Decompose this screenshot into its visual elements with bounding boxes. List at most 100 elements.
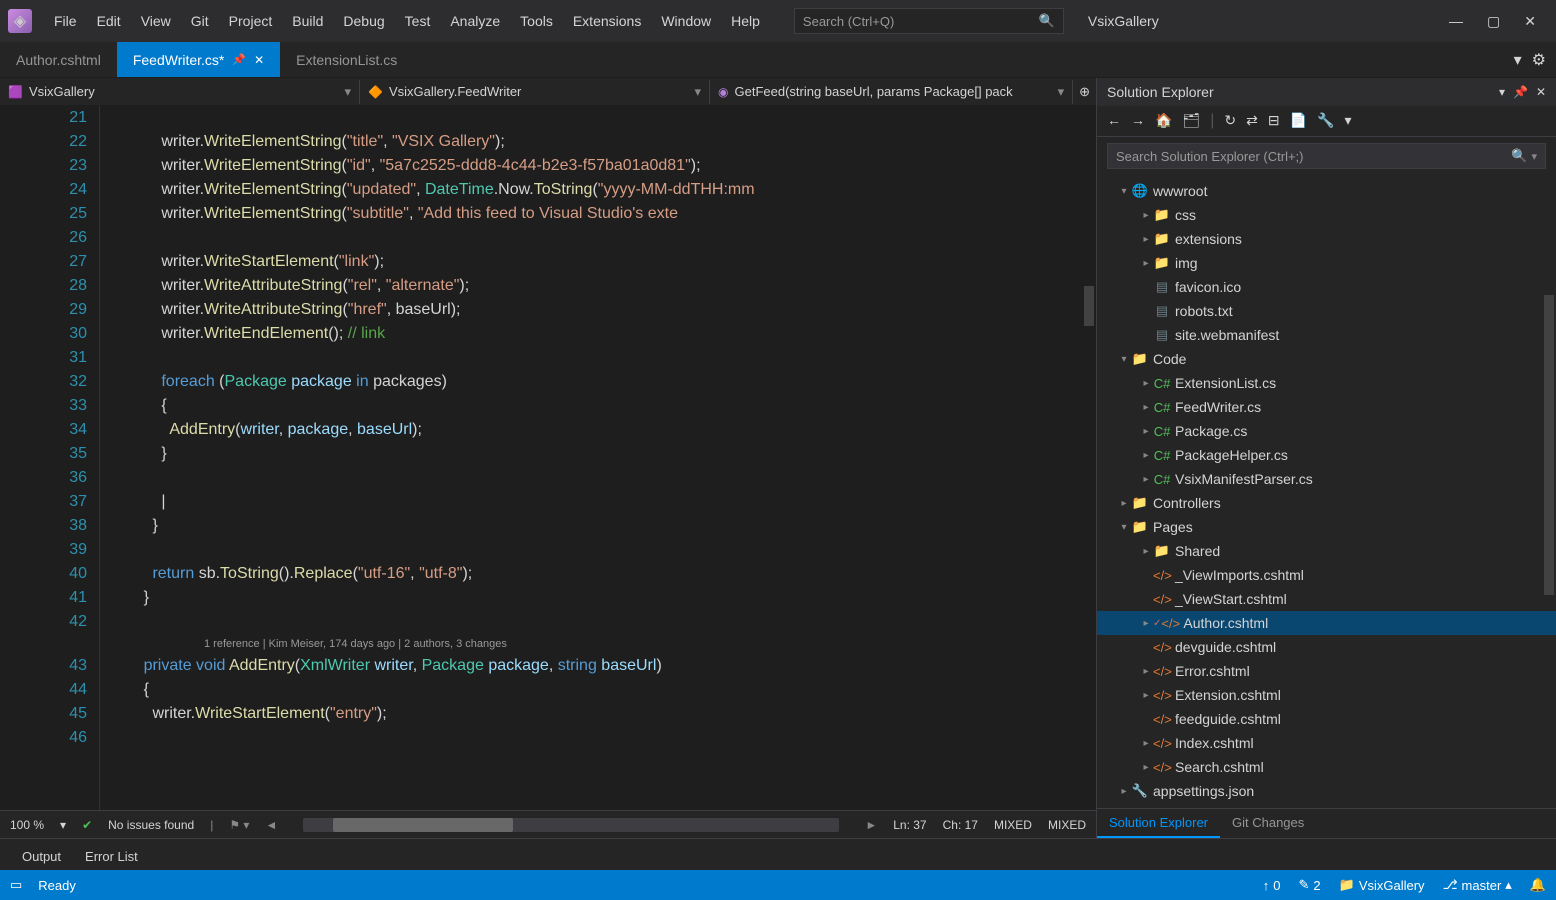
code-line[interactable]	[108, 346, 1096, 370]
pin-icon[interactable]: 📌	[232, 53, 246, 66]
maximize-button[interactable]: ▢	[1487, 13, 1500, 30]
code-line[interactable]: }	[108, 442, 1096, 466]
code-line[interactable]	[108, 538, 1096, 562]
tree-item-code[interactable]: ▾📁Code	[1097, 347, 1556, 371]
scrollbar-thumb[interactable]	[1544, 295, 1554, 595]
code-content[interactable]: writer.WriteElementString("title", "VSIX…	[100, 106, 1096, 810]
expand-arrow-icon[interactable]: ▸	[1139, 474, 1153, 485]
tree-item-shared[interactable]: ▸📁Shared	[1097, 539, 1556, 563]
tree-item-error-cshtml[interactable]: ▸</>Error.cshtml	[1097, 659, 1556, 683]
menu-window[interactable]: Window	[651, 7, 721, 35]
close-icon[interactable]: ✕	[254, 53, 264, 67]
vertical-scrollbar[interactable]	[1082, 106, 1096, 810]
menu-help[interactable]: Help	[721, 7, 770, 35]
menu-extensions[interactable]: Extensions	[563, 7, 651, 35]
expand-arrow-icon[interactable]: ▸	[1139, 258, 1153, 269]
expand-arrow-icon[interactable]: ▾	[1117, 522, 1131, 533]
breadcrumb-class[interactable]: 🔶 VsixGallery.FeedWriter ▾	[360, 80, 710, 104]
code-line[interactable]	[108, 726, 1096, 750]
code-line[interactable]: writer.WriteElementString("subtitle", "A…	[108, 202, 1096, 226]
code-line[interactable]	[108, 610, 1096, 634]
menu-debug[interactable]: Debug	[333, 7, 394, 35]
tree-item-search-cshtml[interactable]: ▸</>Search.cshtml	[1097, 755, 1556, 779]
status-branch[interactable]: ⎇ master ▴	[1443, 877, 1512, 893]
tree-item-controllers[interactable]: ▸📁Controllers	[1097, 491, 1556, 515]
expand-arrow-icon[interactable]: ▸	[1139, 666, 1153, 677]
code-line[interactable]: writer.WriteStartElement("link");	[108, 250, 1096, 274]
tree-item-index-cshtml[interactable]: ▸</>Index.cshtml	[1097, 731, 1556, 755]
back-icon[interactable]: ←	[1107, 112, 1121, 130]
tree-item-css[interactable]: ▸📁css	[1097, 203, 1556, 227]
expand-arrow-icon[interactable]: ▾	[1117, 354, 1131, 365]
code-line[interactable]: return sb.ToString().Replace("utf-16", "…	[108, 562, 1096, 586]
scrollbar-thumb[interactable]	[1084, 286, 1094, 326]
panel-tab-solution-explorer[interactable]: Solution Explorer	[1097, 809, 1220, 838]
tree-item--viewimports-cshtml[interactable]: </>_ViewImports.cshtml	[1097, 563, 1556, 587]
expand-arrow-icon[interactable]: ▸	[1117, 786, 1131, 797]
expand-arrow-icon[interactable]: ▸	[1139, 210, 1153, 221]
home-icon[interactable]: 🏠	[1155, 112, 1172, 130]
code-line[interactable]: }	[108, 586, 1096, 610]
zoom-level[interactable]: 100 %	[10, 818, 44, 832]
tree-item-author-cshtml[interactable]: ▸✓</>Author.cshtml	[1097, 611, 1556, 635]
panel-pin-icon[interactable]: 📌	[1513, 85, 1528, 99]
code-line[interactable]: {	[108, 394, 1096, 418]
line-endings-2[interactable]: MIXED	[1048, 818, 1086, 832]
scroll-right-icon[interactable]: ►	[865, 818, 877, 832]
tree-item-favicon-ico[interactable]: ▤favicon.ico	[1097, 275, 1556, 299]
breadcrumb-member[interactable]: ◉ GetFeed(string baseUrl, params Package…	[710, 80, 1073, 104]
menu-edit[interactable]: Edit	[87, 7, 131, 35]
collapse-all-icon[interactable]: ⊟	[1268, 112, 1280, 130]
panel-tab-git-changes[interactable]: Git Changes	[1220, 809, 1316, 838]
menu-tools[interactable]: Tools	[510, 7, 563, 35]
switch-views-icon[interactable]: 🗂	[1182, 112, 1200, 130]
expand-arrow-icon[interactable]: ▸	[1139, 450, 1153, 461]
expand-arrow-icon[interactable]: ▸	[1139, 690, 1153, 701]
expand-arrow-icon[interactable]: ▸	[1139, 762, 1153, 773]
feedback-icon[interactable]: ▭	[10, 877, 22, 893]
code-line[interactable]: writer.WriteElementString("id", "5a7c252…	[108, 154, 1096, 178]
codelens[interactable]: 1 reference | Kim Meiser, 174 days ago |…	[108, 634, 1096, 654]
code-line[interactable]: writer.WriteElementString("title", "VSIX…	[108, 130, 1096, 154]
tree-item-packagehelper-cs[interactable]: ▸C#PackageHelper.cs	[1097, 443, 1556, 467]
tab-author-cshtml[interactable]: Author.cshtml	[0, 42, 117, 77]
solution-search-input[interactable]: Search Solution Explorer (Ctrl+;) 🔍 ▾	[1107, 143, 1546, 169]
tree-item-vsixmanifestparser-cs[interactable]: ▸C#VsixManifestParser.cs	[1097, 467, 1556, 491]
preview-icon[interactable]: ▾	[1344, 112, 1351, 130]
panel-close-icon[interactable]: ✕	[1536, 85, 1546, 99]
code-line[interactable]: writer.WriteEndElement(); // link	[108, 322, 1096, 346]
code-line[interactable]	[108, 466, 1096, 490]
solution-tree[interactable]: ▾🌐wwwroot▸📁css▸📁extensions▸📁img▤favicon.…	[1097, 175, 1556, 808]
code-line[interactable]: {	[108, 678, 1096, 702]
code-line[interactable]: writer.WriteElementString("updated", Dat…	[108, 178, 1096, 202]
tree-item-img[interactable]: ▸📁img	[1097, 251, 1556, 275]
tree-item-site-webmanifest[interactable]: ▤site.webmanifest	[1097, 323, 1556, 347]
code-line[interactable]: AddEntry(writer, package, baseUrl);	[108, 418, 1096, 442]
code-line[interactable]	[108, 106, 1096, 130]
panel-dropdown-icon[interactable]: ▾	[1499, 85, 1505, 99]
quick-search-input[interactable]: Search (Ctrl+Q) 🔍	[794, 8, 1064, 34]
tree-item-robots-txt[interactable]: ▤robots.txt	[1097, 299, 1556, 323]
status-push-commits[interactable]: ↑ 0	[1263, 878, 1281, 893]
status-pending-edits[interactable]: ✎ 2	[1298, 877, 1320, 893]
show-all-files-icon[interactable]: 📄	[1290, 112, 1307, 130]
menu-view[interactable]: View	[131, 7, 181, 35]
close-button[interactable]: ✕	[1524, 13, 1536, 30]
tree-item-feedwriter-cs[interactable]: ▸C#FeedWriter.cs	[1097, 395, 1556, 419]
tree-item-appsettings-json[interactable]: ▸🔧appsettings.json	[1097, 779, 1556, 803]
expand-arrow-icon[interactable]: ▸	[1139, 402, 1153, 413]
code-editor[interactable]: 2122232425262728293031323334353637383940…	[0, 106, 1096, 810]
menu-analyze[interactable]: Analyze	[440, 7, 510, 35]
tree-item-wwwroot[interactable]: ▾🌐wwwroot	[1097, 179, 1556, 203]
menu-git[interactable]: Git	[181, 7, 219, 35]
error-nav-icon[interactable]: ⚑ ▾	[229, 818, 249, 832]
code-line[interactable]: writer.WriteStartElement("entry");	[108, 702, 1096, 726]
bottom-tab-error-list[interactable]: Error List	[73, 843, 150, 870]
scroll-left-icon[interactable]: ◄	[265, 818, 277, 832]
tab-feedwriter-cs[interactable]: FeedWriter.cs* 📌 ✕	[117, 42, 280, 77]
tab-dropdown-icon[interactable]: ▾	[1514, 50, 1522, 70]
horizontal-scrollbar[interactable]	[303, 818, 839, 832]
tree-item-pages[interactable]: ▾📁Pages	[1097, 515, 1556, 539]
expand-arrow-icon[interactable]: ▸	[1117, 498, 1131, 509]
code-line[interactable]: |	[108, 490, 1096, 514]
